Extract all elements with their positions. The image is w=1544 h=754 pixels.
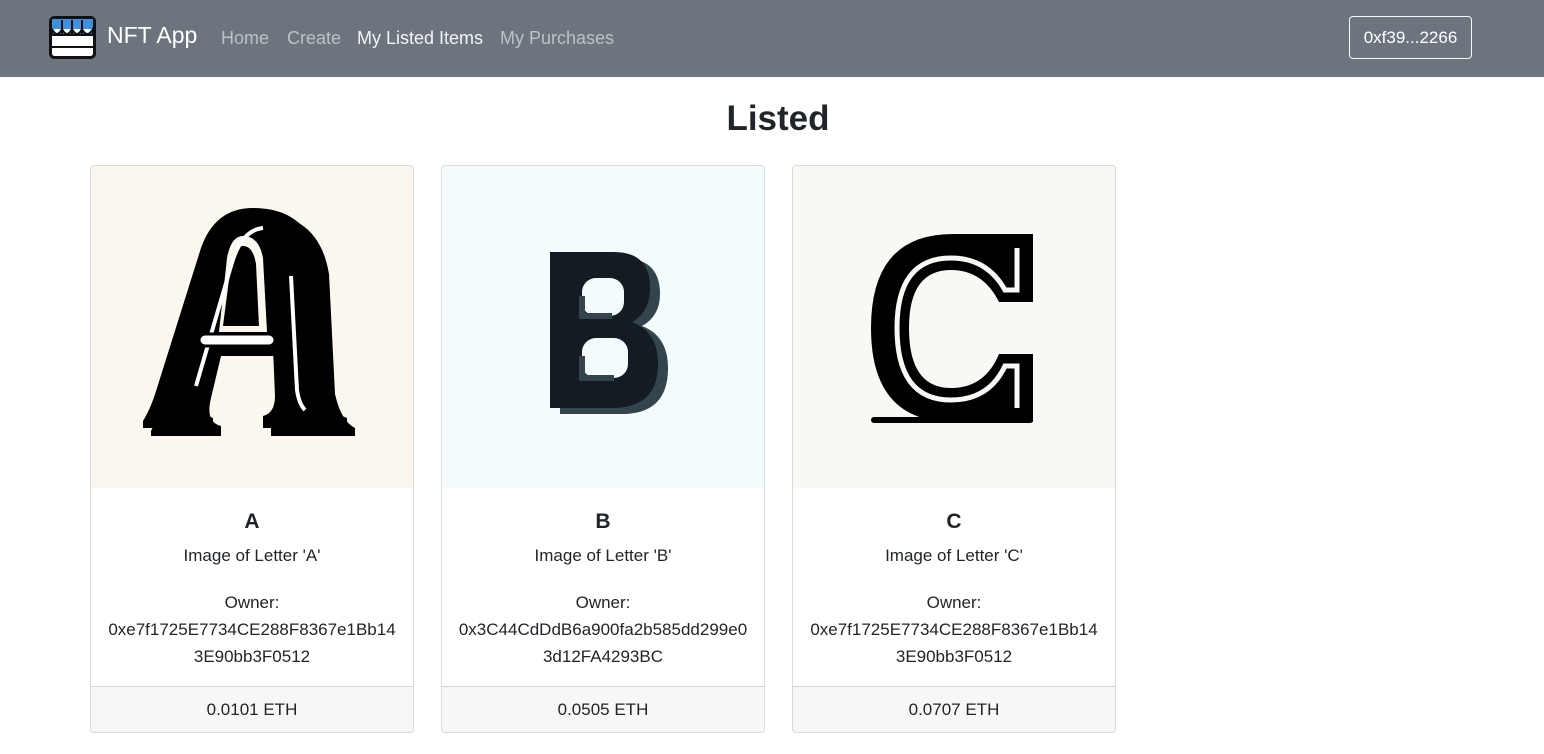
owner-address: 0xe7f1725E7734CE288F8367e1Bb143E90bb3F05… (108, 620, 396, 666)
nft-description: Image of Letter 'A' (183, 546, 321, 565)
nft-price: 0.0707 ETH (793, 686, 1115, 732)
nft-name: A (244, 510, 260, 533)
nft-owner: Owner: 0xe7f1725E7734CE288F8367e1Bb143E9… (807, 589, 1101, 670)
nft-image-letter-b (442, 166, 764, 488)
nft-description: Image of Letter 'C' (885, 546, 1023, 565)
nft-name: C (946, 510, 962, 533)
nft-image-letter-c (793, 166, 1115, 488)
nft-price: 0.0505 ETH (442, 686, 764, 732)
nft-description: Image of Letter 'B' (534, 546, 672, 565)
owner-address: 0xe7f1725E7734CE288F8367e1Bb143E90bb3F05… (810, 620, 1098, 666)
storefront-icon[interactable] (49, 16, 96, 59)
owner-address: 0x3C44CdDdB6a900fa2b585dd299e03d12FA4293… (458, 620, 748, 666)
nft-card: A Image of Letter 'A' Owner: 0xe7f1725E7… (90, 165, 414, 733)
page-title: Listed (726, 99, 830, 138)
owner-label: Owner: (926, 593, 982, 612)
nav-link-my-purchases[interactable]: My Purchases (500, 27, 614, 49)
brand-name[interactable]: NFT App (107, 21, 197, 49)
nft-card: C Image of Letter 'C' Owner: 0xe7f1725E7… (792, 165, 1116, 733)
navbar: NFT App Home Create My Listed Items My P… (0, 0, 1544, 77)
nft-name: B (595, 510, 611, 533)
owner-label: Owner: (575, 593, 631, 612)
account-button[interactable]: 0xf39...2266 (1349, 16, 1472, 59)
owner-label: Owner: (224, 593, 280, 612)
nav-link-create[interactable]: Create (287, 27, 341, 49)
nav-link-my-listed-items[interactable]: My Listed Items (357, 27, 483, 49)
nft-image-letter-a (91, 166, 413, 488)
nft-card: B Image of Letter 'B' Owner: 0x3C44CdDdB… (441, 165, 765, 733)
nft-owner: Owner: 0x3C44CdDdB6a900fa2b585dd299e03d1… (456, 589, 750, 670)
nft-owner: Owner: 0xe7f1725E7734CE288F8367e1Bb143E9… (105, 589, 399, 670)
nav-link-home[interactable]: Home (221, 27, 269, 49)
nft-price: 0.0101 ETH (91, 686, 413, 732)
